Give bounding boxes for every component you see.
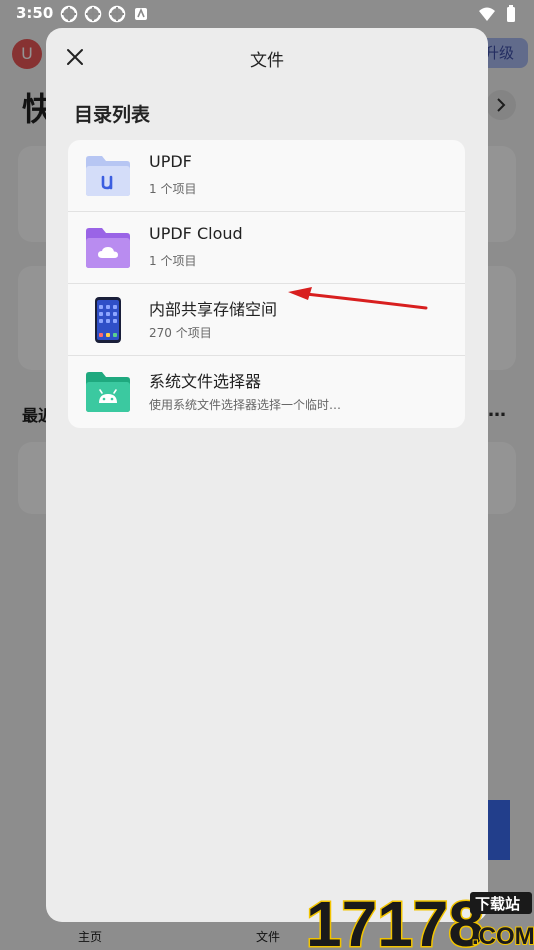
- watermark-logo: 17178 下载站 .COM: [305, 884, 534, 950]
- updf-folder-icon: [84, 153, 132, 199]
- directory-count: 270 个项目: [149, 326, 212, 340]
- sync-icon: [60, 5, 78, 23]
- sheet-title: 文件: [250, 51, 284, 71]
- wifi-icon: [478, 5, 496, 23]
- sync-icon: [84, 5, 102, 23]
- watermark-tag: 下载站: [475, 895, 520, 913]
- directory-count: 1 个项目: [149, 182, 197, 196]
- directory-item-updf-cloud[interactable]: UPDF Cloud 1 个项目: [68, 212, 465, 284]
- watermark-domain: .COM: [472, 923, 534, 950]
- directory-description: 使用系统文件选择器选择一个临时…: [149, 398, 342, 412]
- directory-item-system-picker[interactable]: 系统文件选择器 使用系统文件选择器选择一个临时…: [68, 356, 465, 428]
- phone-icon: [84, 297, 132, 343]
- files-sheet: 文件 目录列表 UPDF 1 个项目 UPDF Cloud 1 个项目 内部共享…: [46, 28, 488, 922]
- directory-count: 1 个项目: [149, 254, 197, 268]
- directory-list: UPDF 1 个项目 UPDF Cloud 1 个项目 内部共享存储空间 270…: [68, 140, 465, 428]
- directory-name: UPDF Cloud: [149, 224, 243, 243]
- sync-icon: [108, 5, 126, 23]
- directory-name: 系统文件选择器: [149, 372, 262, 391]
- status-bar: 3:50: [0, 0, 534, 28]
- watermark-number: 17178: [306, 888, 484, 950]
- android-folder-icon: [84, 369, 132, 415]
- status-time: 3:50: [16, 4, 54, 22]
- annotation-arrow-icon: [240, 286, 430, 314]
- directory-name: UPDF: [149, 152, 192, 171]
- cloud-folder-icon: [84, 225, 132, 271]
- battery-icon: [502, 5, 520, 23]
- section-title: 目录列表: [74, 104, 151, 126]
- directory-item-updf[interactable]: UPDF 1 个项目: [68, 140, 465, 212]
- notification-app-icon: [132, 5, 150, 23]
